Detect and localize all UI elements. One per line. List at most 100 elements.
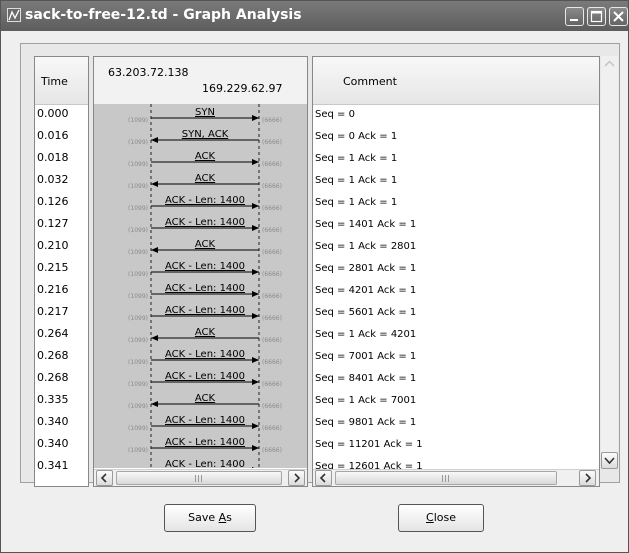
save-as-suffix: s	[226, 511, 232, 524]
comment-cell[interactable]: Seq = 9801 Ack = 1	[315, 417, 416, 428]
time-cell[interactable]: 0.217	[37, 305, 69, 318]
comment-cell[interactable]: Seq = 1 Ack = 1	[315, 175, 397, 186]
comment-header-label: Comment	[343, 75, 397, 88]
window-title: sack-to-free-12.td - Graph Analysis	[25, 7, 302, 23]
port-b-label: (6666)	[262, 271, 282, 278]
packet-arrowhead	[252, 445, 259, 451]
packet-label: ACK	[195, 151, 216, 162]
time-cell[interactable]: 0.126	[37, 195, 69, 208]
port-b-label: (6666)	[262, 381, 282, 388]
comment-cell[interactable]: Seq = 2801 Ack = 1	[315, 263, 416, 274]
comment-cell[interactable]: Seq = 1 Ack = 1	[315, 153, 397, 164]
comment-panel: Comment Seq = 0 Seq = 0 Ack = 1 Seq = 1 Ac…	[312, 56, 600, 487]
comment-cell[interactable]: Seq = 1 Ack = 7001	[315, 395, 416, 406]
flow-scroll-right-button[interactable]	[288, 470, 305, 486]
port-b-label: (6666)	[262, 117, 282, 124]
minimize-button[interactable]	[565, 7, 584, 26]
chevron-right-icon	[585, 473, 592, 483]
scroll-down-button[interactable]	[601, 452, 618, 469]
comment-scroll-thumb[interactable]	[335, 471, 557, 485]
port-a-label: (1099)	[128, 381, 148, 388]
comment-scroll-left-button[interactable]	[315, 470, 332, 486]
time-panel: Time 0.000 0.016 0.018 0.032 0.126 0.127 0.210…	[34, 56, 89, 487]
comment-scroll-right-button[interactable]	[579, 470, 596, 486]
flow-horizontal-scrollbar[interactable]	[94, 469, 307, 486]
comment-horizontal-scrollbar[interactable]	[313, 469, 599, 486]
packet-label: ACK - Len: 1400	[165, 261, 245, 272]
packet-arrowhead	[252, 467, 255, 468]
port-b-label: (6666)	[262, 227, 282, 234]
time-cell[interactable]: 0.268	[37, 349, 69, 362]
comment-cell[interactable]: Seq = 1 Ack = 4201	[315, 329, 416, 340]
port-b-label: (6666)	[262, 403, 282, 410]
port-a-label: (1099)	[128, 205, 148, 212]
packet-arrowhead	[252, 269, 259, 275]
port-a-label: (1099)	[128, 117, 148, 124]
packet-label: ACK - Len: 1400	[165, 195, 245, 206]
flow-scroll-left-button[interactable]	[96, 470, 113, 486]
port-a-label: (1099)	[128, 139, 148, 146]
app-icon	[7, 8, 21, 22]
packet-arrowhead	[252, 423, 259, 429]
port-a-label: (1099)	[128, 403, 148, 410]
time-cell[interactable]: 0.000	[37, 107, 69, 120]
port-b-label: (6666)	[262, 315, 282, 322]
save-as-button[interactable]: Save As	[164, 504, 256, 532]
time-cell[interactable]: 0.215	[37, 261, 69, 274]
chevron-left-icon	[100, 473, 107, 483]
port-b-label: (6666)	[262, 359, 282, 366]
host-a-address: 63.203.72.138	[108, 66, 189, 79]
packet-arrowhead	[151, 181, 158, 187]
comment-cell[interactable]: Seq = 11201 Ack = 1	[315, 439, 423, 450]
time-cell[interactable]: 0.340	[37, 437, 69, 450]
time-cell[interactable]: 0.340	[37, 415, 69, 428]
comment-cell[interactable]: Seq = 0 Ack = 1	[315, 131, 397, 142]
port-b-label: (6666)	[262, 293, 282, 300]
comment-cell[interactable]: Seq = 4201 Ack = 1	[315, 285, 416, 296]
packet-arrowhead	[252, 225, 259, 231]
comment-cell[interactable]: Seq = 5601 Ack = 1	[315, 307, 416, 318]
save-as-mnemonic: A	[218, 511, 227, 524]
packet-arrowhead	[252, 357, 259, 363]
port-b-label: (6666)	[262, 337, 282, 344]
comment-cell[interactable]: Seq = 8401 Ack = 1	[315, 373, 416, 384]
flow-graph-area: (1099) (6666) SYN (1099) (6666) SYN, ACK (1099…	[94, 104, 307, 468]
close-button[interactable]: Close	[398, 504, 484, 532]
time-cell[interactable]: 0.032	[37, 173, 69, 186]
packet-arrowhead	[151, 247, 158, 253]
packet-label: ACK - Len: 1400	[165, 415, 245, 426]
scroll-up-button[interactable]	[601, 56, 618, 73]
packet-label: ACK - Len: 1400	[165, 217, 245, 228]
packet-arrowhead	[252, 379, 259, 385]
time-cell[interactable]: 0.018	[37, 151, 69, 164]
time-cell[interactable]: 0.216	[37, 283, 69, 296]
maximize-button[interactable]	[587, 7, 606, 26]
comment-cell[interactable]: Seq = 1 Ack = 2801	[315, 241, 416, 252]
time-cell[interactable]: 0.335	[37, 393, 69, 406]
close-window-button[interactable]	[609, 7, 628, 26]
flow-scroll-thumb[interactable]	[116, 471, 282, 485]
time-cell[interactable]: 0.127	[37, 217, 69, 230]
comment-cell[interactable]: Seq = 0	[315, 109, 355, 120]
title-bar[interactable]: sack-to-free-12.td - Graph Analysis	[1, 1, 628, 31]
comment-cell[interactable]: Seq = 1401 Ack = 1	[315, 219, 416, 230]
time-cell[interactable]: 0.264	[37, 327, 69, 340]
port-b-label: (6666)	[262, 425, 282, 432]
port-a-label: (1099)	[128, 293, 148, 300]
time-cell[interactable]: 0.016	[37, 129, 69, 142]
flow-panel[interactable]: 63.203.72.138 169.229.62.97 (1099) (6666)…	[93, 56, 308, 487]
packet-arrowhead	[252, 203, 259, 209]
time-cell[interactable]: 0.341	[37, 459, 69, 472]
time-cell[interactable]: 0.268	[37, 371, 69, 384]
flow-diagram: (1099) (6666) SYN (1099) (6666) SYN, ACK (1099…	[128, 104, 282, 468]
packet-label: ACK - Len: 1400	[165, 305, 245, 316]
comment-cell[interactable]: Seq = 1 Ack = 1	[315, 197, 397, 208]
chevron-up-icon	[604, 60, 615, 67]
port-a-label: (1099)	[128, 161, 148, 168]
port-a-label: (1099)	[128, 227, 148, 234]
vertical-scrollbar[interactable]	[601, 56, 618, 469]
comment-cell[interactable]: Seq = 7001 Ack = 1	[315, 351, 416, 362]
time-cell[interactable]: 0.210	[37, 239, 69, 252]
chevron-down-icon	[604, 457, 615, 465]
packet-label: ACK - Len: 1400	[165, 459, 245, 468]
